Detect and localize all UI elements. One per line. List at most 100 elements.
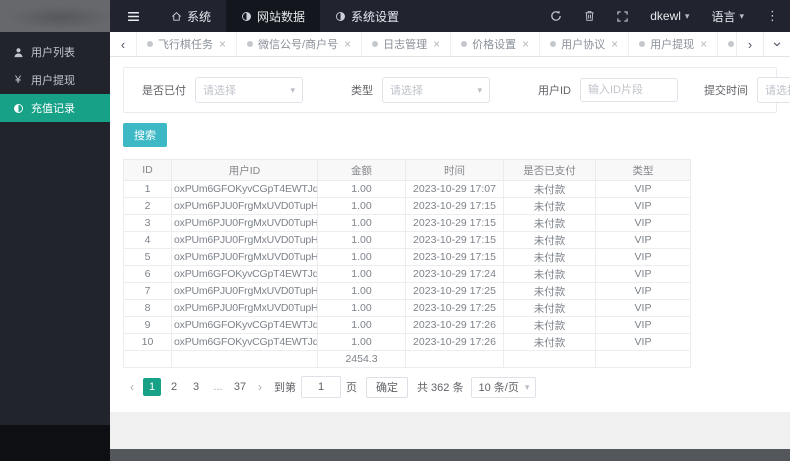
record-icon [12,103,24,114]
navbar-actions: dkewl ▾ 语言 ▾ ⋮ [539,0,790,32]
tab-label: 飞行棋任务 [158,39,213,51]
page-button-37[interactable]: 37 [231,378,249,396]
table-cell: 未付款 [503,299,596,317]
table-cell: 2023-10-29 17:25 [405,282,504,300]
table-cell: 2023-10-29 17:07 [405,180,504,198]
table-cell: 6 [123,265,172,283]
tab-close-icon[interactable]: × [433,37,440,51]
filter-type: 类型 请选择 ▾ [351,77,490,103]
table-row: 6oxPUm6GFOKyvCGpT4EWTJq5OzrNE1.002023-10… [123,265,691,283]
half-circle-icon [335,11,346,22]
tab-7[interactable]: 用户列表× [717,32,736,56]
table-cell: 4 [123,231,172,249]
tab-scroll-left-icon[interactable]: ‹ [110,32,136,56]
tab-bar: ‹ 飞行棋任务 × 微信公号/商户号 × 日志管理 × 价格设置 × 用户协议 × 用户提现 × 用户列… [110,32,790,57]
table-cell: 未付款 [503,231,596,249]
page-button-2[interactable]: 2 [165,378,183,396]
user-id-input[interactable] [580,78,678,102]
tab-dot-icon [247,41,254,47]
user-menu[interactable]: dkewl ▾ [639,0,700,32]
goto-page-input[interactable] [301,376,341,398]
refresh-icon[interactable] [539,0,573,32]
search-button[interactable]: 搜索 [123,123,167,147]
tab-2[interactable]: 微信公号/商户号 × [236,32,361,56]
filter-type-select[interactable]: 请选择 ▾ [382,77,490,103]
fullscreen-icon[interactable] [606,0,639,32]
table-cell: 未付款 [503,265,596,283]
page-buttons: 1 2 3... 37 [141,378,251,396]
per-page-select[interactable]: 10 条/页 ▾ [471,376,537,398]
nav-item-label: 系统设置 [351,9,400,24]
nav-item-2[interactable]: 网站数据 [226,0,321,32]
table-cell: oxPUm6GFOKyvCGpT4EWTJq5OzrNE [171,333,318,351]
tab-menu-icon[interactable] [763,32,790,56]
more-options-icon[interactable]: ⋮ [755,0,790,32]
filter-type-value: 请选择 [390,85,423,97]
tab-label: 微信公号/商户号 [258,39,339,51]
table-header-cell: 金额 [317,159,406,181]
tab-close-icon[interactable]: × [522,37,529,51]
table-row: 1oxPUm6GFOKyvCGpT4EWTJq5OzrNE1.002023-10… [123,180,691,198]
language-menu[interactable]: 语言 ▾ [700,0,755,32]
table-cell: 2 [123,197,172,215]
table-cell: 2023-10-29 17:26 [405,333,504,351]
filter-paid-value: 请选择 [203,85,236,97]
start-date-input[interactable]: 请选择 [757,77,790,103]
table-cell: VIP [595,299,691,317]
table-cell: 未付款 [503,214,596,232]
next-page-button[interactable]: › [251,378,269,396]
table-cell: VIP [595,180,691,198]
tab-close-icon[interactable]: × [700,37,707,51]
sidebar-item-2[interactable]: ¥ 用户提现 [0,66,110,94]
tab-scroll-right-icon[interactable]: › [736,32,763,56]
chevron-down-icon: ▾ [739,10,744,21]
table-row: 9oxPUm6GFOKyvCGpT4EWTJq5OzrNE1.002023-10… [123,316,691,334]
table-footer-cell [405,350,504,368]
table-cell: 2023-10-29 17:15 [405,197,504,215]
total-count-label: 共 362 条 [417,382,464,394]
tab-close-icon[interactable]: × [611,37,618,51]
table-cell: oxPUm6PJU0FrgMxUVD0TupH6hMNI [171,282,318,300]
nav-item-1[interactable]: 系统 [156,0,226,32]
prev-page-button[interactable]: ‹ [123,378,141,396]
pagination: ‹ 123... 37 › 到第 页 确定 共 362 条 10 条/页 ▾ [123,376,777,398]
tab-label: 用户提现 [650,39,695,51]
table-cell: oxPUm6PJU0FrgMxUVD0TupH6hMNI [171,231,318,249]
table-cell: 未付款 [503,180,596,198]
confirm-page-button[interactable]: 确定 [366,376,408,398]
admin-app: 系统 网站数据 系统设置 dkewl ▾ 语言 ▾ ⋮ 用户列表 ¥ 用户提现 充值 [0,0,790,461]
table-cell: 1.00 [317,180,406,198]
sidebar-item-3[interactable]: 充值记录 [0,94,110,122]
tab-3[interactable]: 日志管理 × [361,32,450,56]
tab-5[interactable]: 用户协议 × [539,32,628,56]
user-menu-label: dkewl [650,9,681,23]
chevron-down-icon: ▾ [477,84,482,95]
menu-icon[interactable] [110,10,156,23]
page-button-1[interactable]: 1 [143,378,161,396]
home-icon [171,11,182,22]
nav-item-label: 系统 [187,9,212,24]
filter-paid-select[interactable]: 请选择 ▾ [195,77,303,103]
filter-paid-label: 是否已付 [142,85,186,97]
nav-item-label: 网站数据 [257,9,306,24]
tab-close-icon[interactable]: × [219,37,226,51]
tab-4[interactable]: 价格设置 × [450,32,539,56]
page-button-3[interactable]: 3 [187,378,205,396]
table-footer-row: 2454.3 [123,350,691,368]
filter-bar: 是否已付 请选择 ▾ 类型 请选择 ▾ 用户ID 输入ID片段 提交时间 请选 [123,67,790,113]
language-menu-label: 语言 [711,9,736,24]
tab-dot-icon [147,41,153,47]
tab-label: 日志管理 [383,39,428,51]
table-cell: 8 [123,299,172,317]
tab-6[interactable]: 用户提现 × [628,32,717,56]
table-cell: VIP [595,214,691,232]
tab-1[interactable]: 飞行棋任务 × [136,32,236,56]
sidebar-item-1[interactable]: 用户列表 [0,38,110,66]
table-cell: 2023-10-29 17:15 [405,248,504,266]
nav-item-3[interactable]: 系统设置 [320,0,414,32]
trash-icon[interactable] [573,0,606,32]
table-header-cell: ID [123,159,172,181]
tab-close-icon[interactable]: × [344,37,351,51]
table-cell: 2023-10-29 17:15 [405,214,504,232]
table-header-cell: 时间 [405,159,504,181]
